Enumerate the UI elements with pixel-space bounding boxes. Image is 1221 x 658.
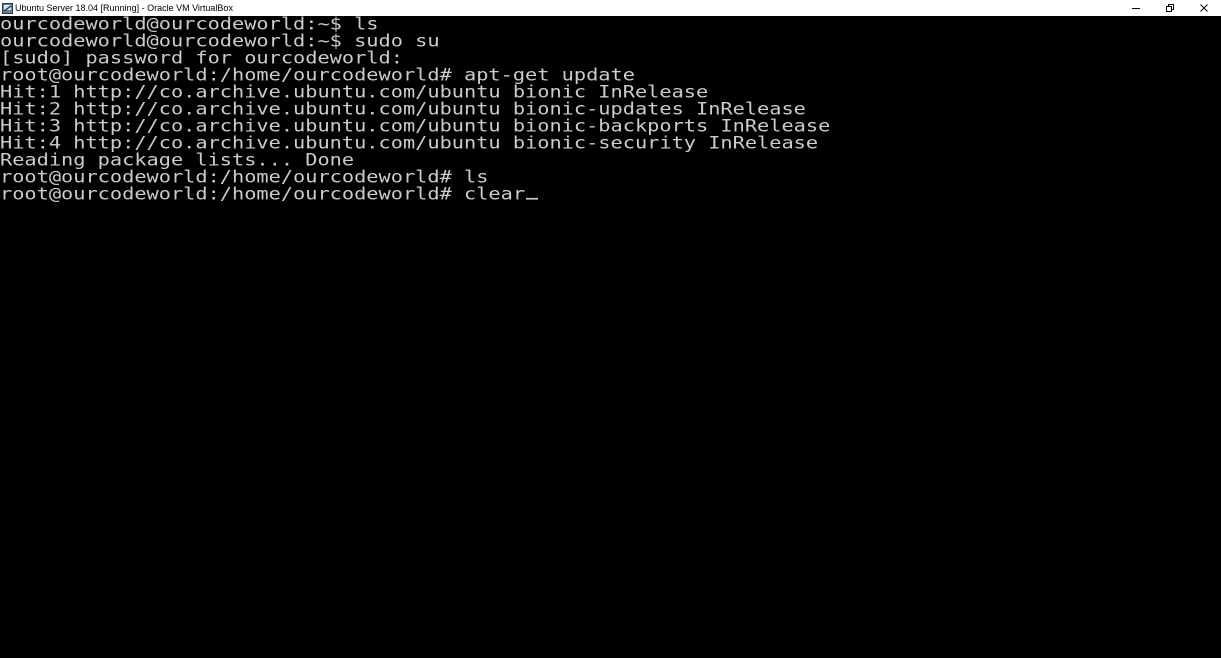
terminal-line: Hit:2 http://co.archive.ubuntu.com/ubunt…	[0, 98, 806, 119]
terminal-line: Reading package lists... Done	[0, 149, 355, 170]
terminal-line: Hit:4 http://co.archive.ubuntu.com/ubunt…	[0, 132, 819, 153]
window-title: Ubuntu Server 18.04 [Running] - Oracle V…	[15, 3, 233, 13]
terminal-line: root@ourcodeworld:/home/ourcodeworld# ap…	[0, 64, 635, 85]
title-bar[interactable]: Ubuntu Server 18.04 [Running] - Oracle V…	[0, 0, 1221, 16]
virtualbox-icon	[2, 2, 13, 14]
virtualbox-window: Ubuntu Server 18.04 [Running] - Oracle V…	[0, 0, 1221, 658]
close-icon	[1200, 4, 1208, 12]
restore-button[interactable]	[1153, 0, 1187, 16]
terminal-line: Hit:1 http://co.archive.ubuntu.com/ubunt…	[0, 81, 709, 102]
terminal-line: [sudo] password for ourcodeworld:	[0, 47, 403, 68]
terminal-line: ourcodeworld@ourcodeworld:~$ ls	[0, 16, 379, 34]
minimize-button[interactable]	[1119, 0, 1153, 16]
close-button[interactable]	[1187, 0, 1221, 16]
terminal-line: ourcodeworld@ourcodeworld:~$ sudo su	[0, 30, 440, 51]
terminal-line: Hit:3 http://co.archive.ubuntu.com/ubunt…	[0, 115, 831, 136]
terminal-screen[interactable]: ourcodeworld@ourcodeworld:~$ ls ourcodew…	[0, 16, 1221, 658]
window-controls	[1119, 0, 1221, 16]
terminal-prompt-line[interactable]: root@ourcodeworld:/home/ourcodeworld# cl…	[0, 183, 539, 204]
text-cursor	[526, 197, 539, 200]
restore-icon	[1166, 4, 1174, 12]
minimize-icon	[1132, 8, 1140, 9]
terminal-current-command: root@ourcodeworld:/home/ourcodeworld# cl…	[0, 183, 526, 204]
terminal-line: root@ourcodeworld:/home/ourcodeworld# ls	[0, 166, 489, 187]
